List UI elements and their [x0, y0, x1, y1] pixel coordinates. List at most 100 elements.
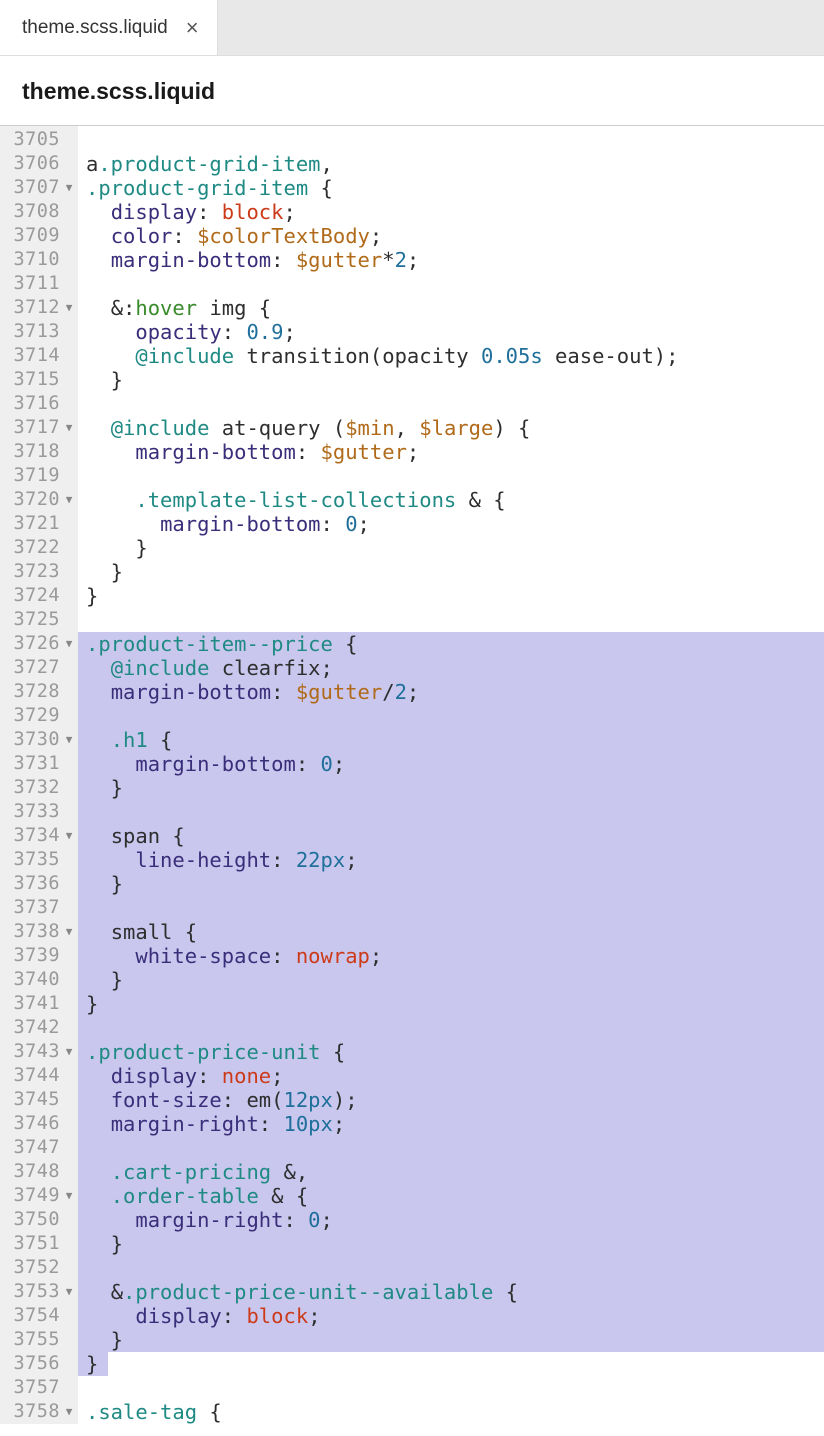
gutter-row: 3711 — [0, 272, 78, 296]
code-line[interactable] — [78, 1256, 824, 1280]
code-line[interactable] — [78, 896, 824, 920]
code-line[interactable]: } — [78, 1328, 824, 1352]
code-line[interactable]: margin-bottom: 0; — [78, 512, 824, 536]
fold-toggle-icon[interactable]: ▼ — [62, 416, 76, 440]
code-line[interactable] — [78, 704, 824, 728]
gutter-row: 3737 — [0, 896, 78, 920]
code-line[interactable] — [78, 1376, 824, 1400]
code-line[interactable]: .cart-pricing &, — [78, 1160, 824, 1184]
fold-toggle-icon[interactable]: ▼ — [62, 176, 76, 200]
gutter-row: 3733 — [0, 800, 78, 824]
gutter-row: 3713 — [0, 320, 78, 344]
code-line[interactable]: @include at-query ($min, $large) { — [78, 416, 824, 440]
code-line[interactable]: @include transition(opacity 0.05s ease-o… — [78, 344, 824, 368]
code-line[interactable]: display: block; — [78, 200, 824, 224]
code-line[interactable]: } — [78, 536, 824, 560]
gutter-row: 3727 — [0, 656, 78, 680]
code-line[interactable]: } — [78, 776, 824, 800]
fold-toggle-icon[interactable]: ▼ — [62, 632, 76, 656]
code-line[interactable]: .product-price-unit { — [78, 1040, 824, 1064]
code-line[interactable]: .template-list-collections & { — [78, 488, 824, 512]
gutter-row: 3758▼ — [0, 1400, 78, 1424]
fold-toggle-icon[interactable]: ▼ — [62, 824, 76, 848]
code-line[interactable] — [78, 608, 824, 632]
code-line[interactable] — [78, 464, 824, 488]
code-line[interactable]: .product-item--price { — [78, 632, 824, 656]
tab-file[interactable]: theme.scss.liquid × — [0, 0, 218, 55]
code-area[interactable]: a.product-grid-item,.product-grid-item {… — [78, 126, 824, 1424]
code-line[interactable] — [78, 1136, 824, 1160]
code-line[interactable] — [78, 128, 824, 152]
gutter-row: 3710 — [0, 248, 78, 272]
code-line[interactable]: margin-right: 0; — [78, 1208, 824, 1232]
code-line[interactable]: } — [78, 560, 824, 584]
gutter-row: 3708 — [0, 200, 78, 224]
code-line[interactable]: white-space: nowrap; — [78, 944, 824, 968]
code-line[interactable]: .order-table & { — [78, 1184, 824, 1208]
gutter-row: 3752 — [0, 1256, 78, 1280]
fold-toggle-icon[interactable]: ▼ — [62, 1280, 76, 1304]
code-line[interactable]: } — [78, 584, 824, 608]
code-line[interactable]: font-size: em(12px); — [78, 1088, 824, 1112]
gutter-row: 3747 — [0, 1136, 78, 1160]
code-line[interactable]: span { — [78, 824, 824, 848]
gutter-row: 3707▼ — [0, 176, 78, 200]
code-line[interactable]: &.product-price-unit--available { — [78, 1280, 824, 1304]
gutter-row: 3723 — [0, 560, 78, 584]
gutter-row: 3725 — [0, 608, 78, 632]
code-line[interactable]: a.product-grid-item, — [78, 152, 824, 176]
code-line[interactable]: @include clearfix; — [78, 656, 824, 680]
code-line[interactable]: } — [78, 1352, 824, 1376]
fold-toggle-icon[interactable]: ▼ — [62, 296, 76, 320]
code-line[interactable]: &:hover img { — [78, 296, 824, 320]
code-line[interactable]: margin-bottom: 0; — [78, 752, 824, 776]
code-line[interactable]: small { — [78, 920, 824, 944]
code-line[interactable]: } — [78, 1232, 824, 1256]
code-line[interactable]: .h1 { — [78, 728, 824, 752]
gutter-row: 3717▼ — [0, 416, 78, 440]
fold-toggle-icon[interactable]: ▼ — [62, 1184, 76, 1208]
gutter-row: 3705 — [0, 128, 78, 152]
code-line[interactable]: } — [78, 968, 824, 992]
code-line[interactable]: display: none; — [78, 1064, 824, 1088]
fold-toggle-icon[interactable]: ▼ — [62, 1400, 76, 1424]
code-line[interactable]: margin-bottom: $gutter*2; — [78, 248, 824, 272]
code-line[interactable] — [78, 800, 824, 824]
code-line[interactable]: .product-grid-item { — [78, 176, 824, 200]
gutter-row: 3755 — [0, 1328, 78, 1352]
gutter-row: 3738▼ — [0, 920, 78, 944]
line-gutter: 370537063707▼37083709371037113712▼371337… — [0, 126, 78, 1424]
fold-toggle-icon[interactable]: ▼ — [62, 488, 76, 512]
fold-toggle-icon[interactable]: ▼ — [62, 728, 76, 752]
fold-toggle-icon[interactable]: ▼ — [62, 1040, 76, 1064]
gutter-row: 3712▼ — [0, 296, 78, 320]
code-line[interactable] — [78, 392, 824, 416]
close-icon[interactable]: × — [186, 17, 199, 39]
code-line[interactable]: opacity: 0.9; — [78, 320, 824, 344]
gutter-row: 3719 — [0, 464, 78, 488]
code-line[interactable]: margin-right: 10px; — [78, 1112, 824, 1136]
gutter-row: 3715 — [0, 368, 78, 392]
gutter-row: 3753▼ — [0, 1280, 78, 1304]
gutter-row: 3734▼ — [0, 824, 78, 848]
fold-toggle-icon[interactable]: ▼ — [62, 920, 76, 944]
code-line[interactable]: color: $colorTextBody; — [78, 224, 824, 248]
code-line[interactable]: display: block; — [78, 1304, 824, 1328]
gutter-row: 3709 — [0, 224, 78, 248]
gutter-row: 3736 — [0, 872, 78, 896]
code-line[interactable]: margin-bottom: $gutter; — [78, 440, 824, 464]
code-line[interactable]: line-height: 22px; — [78, 848, 824, 872]
code-line[interactable]: .sale-tag { — [78, 1400, 824, 1424]
gutter-row: 3728 — [0, 680, 78, 704]
code-line[interactable]: margin-bottom: $gutter/2; — [78, 680, 824, 704]
gutter-row: 3721 — [0, 512, 78, 536]
gutter-row: 3750 — [0, 1208, 78, 1232]
gutter-row: 3720▼ — [0, 488, 78, 512]
gutter-row: 3722 — [0, 536, 78, 560]
code-line[interactable]: } — [78, 368, 824, 392]
code-line[interactable] — [78, 1016, 824, 1040]
code-editor[interactable]: 370537063707▼37083709371037113712▼371337… — [0, 125, 824, 1424]
code-line[interactable]: } — [78, 872, 824, 896]
code-line[interactable] — [78, 272, 824, 296]
code-line[interactable]: } — [78, 992, 824, 1016]
